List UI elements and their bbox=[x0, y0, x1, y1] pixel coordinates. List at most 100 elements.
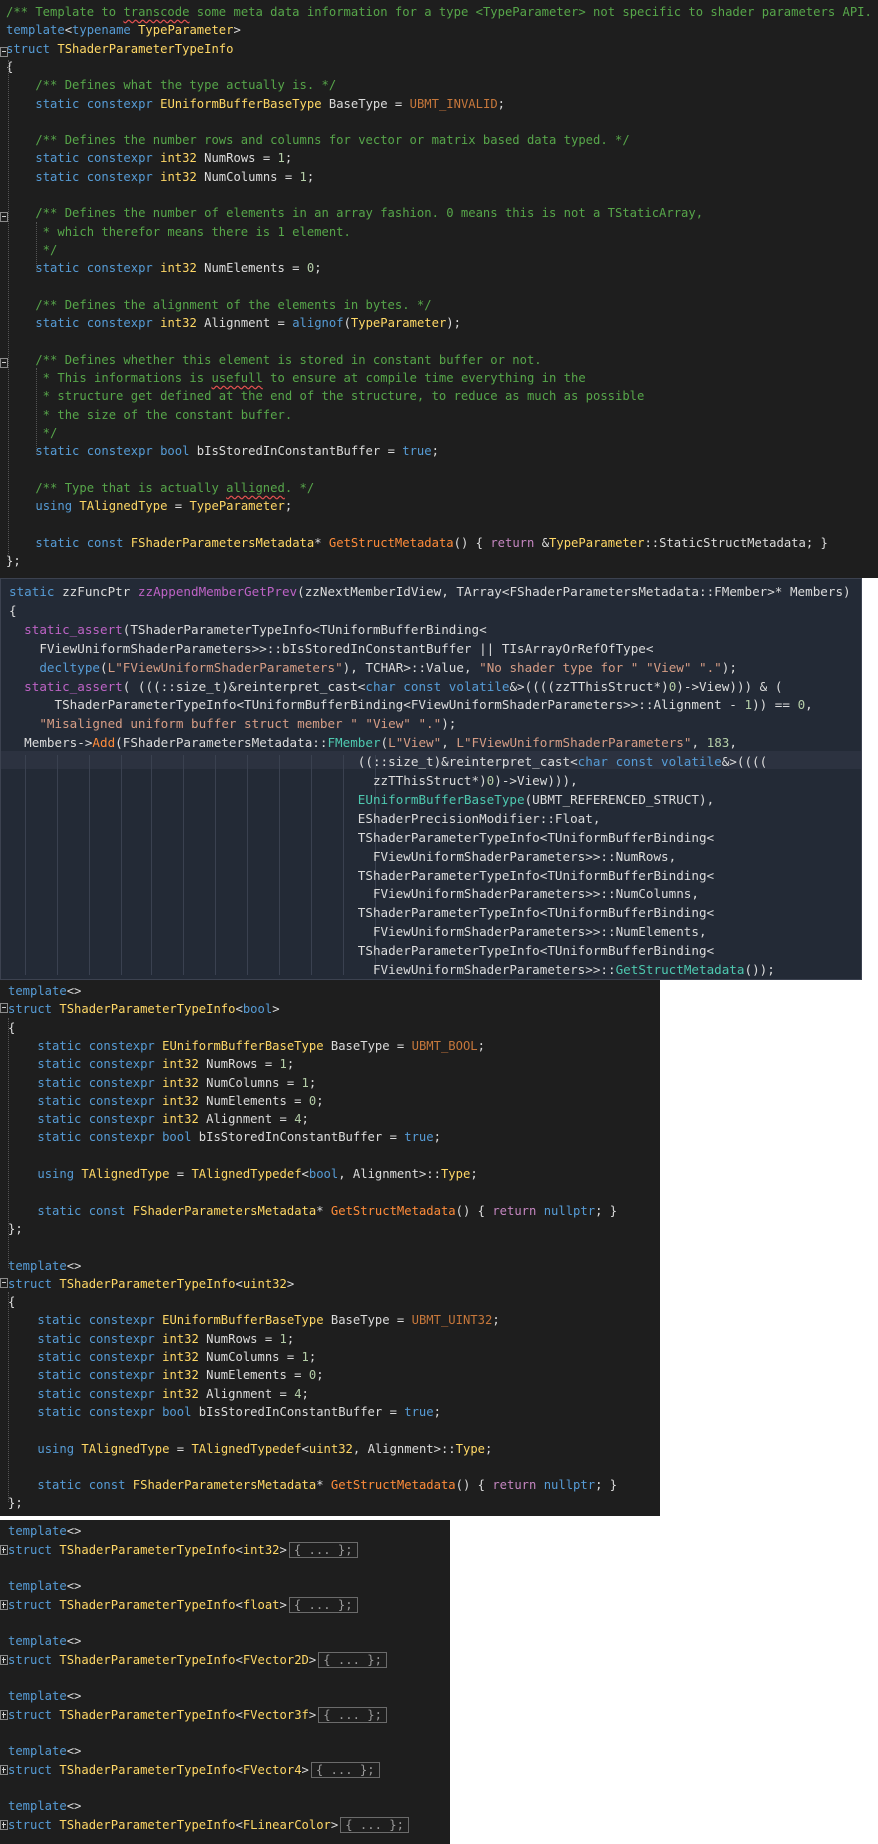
code-line[interactable]: static constexpr bool bIsStoredInConstan… bbox=[6, 442, 439, 460]
code-line[interactable]: FViewUniformShaderParameters>>::bIsStore… bbox=[9, 640, 653, 658]
code-line[interactable]: /** Defines what the type actually is. *… bbox=[6, 76, 336, 94]
code-line[interactable]: }; bbox=[8, 1220, 23, 1238]
code-line[interactable]: FViewUniformShaderParameters>>::NumColum… bbox=[9, 885, 699, 903]
code-line[interactable]: TShaderParameterTypeInfo<TUniformBufferB… bbox=[9, 867, 714, 885]
code-line[interactable]: /** Defines the alignment of the element… bbox=[6, 296, 431, 314]
code-line[interactable]: static zzFuncPtr zzAppendMemberGetPrev(z… bbox=[9, 583, 851, 601]
code-line[interactable]: struct TShaderParameterTypeInfo<FVector3… bbox=[8, 1706, 387, 1724]
code-line[interactable]: static constexpr int32 Alignment = 4; bbox=[8, 1110, 309, 1128]
code-line[interactable]: static constexpr int32 NumElements = 0; bbox=[8, 1366, 323, 1384]
code-line[interactable]: /** Type that is actually alligned. */ bbox=[6, 479, 314, 497]
code-line[interactable]: TShaderParameterTypeInfo<TUniformBufferB… bbox=[9, 829, 714, 847]
code-line[interactable]: EShaderPrecisionModifier::Float, bbox=[9, 810, 601, 828]
code-line[interactable]: static const FShaderParametersMetadata* … bbox=[8, 1202, 617, 1220]
code-line[interactable]: static constexpr int32 NumRows = 1; bbox=[8, 1330, 294, 1348]
collapse-outline-icon[interactable] bbox=[0, 358, 8, 368]
code-token: L"FViewUniformShaderParameters" bbox=[456, 735, 692, 751]
code-line[interactable]: template<> bbox=[8, 1257, 81, 1275]
code-line[interactable]: FViewUniformShaderParameters>>::NumEleme… bbox=[9, 923, 707, 941]
code-line[interactable]: static const FShaderParametersMetadata* … bbox=[6, 534, 828, 552]
code-line[interactable]: static constexpr bool bIsStoredInConstan… bbox=[8, 1128, 441, 1146]
code-line[interactable]: static constexpr int32 NumColumns = 1; bbox=[8, 1074, 316, 1092]
code-line[interactable]: static constexpr int32 NumElements = 0; bbox=[8, 1092, 323, 1110]
code-line[interactable]: template<typename TypeParameter> bbox=[6, 21, 241, 39]
code-line[interactable]: * This informations is usefull to ensure… bbox=[6, 369, 586, 387]
expand-outline-icon[interactable] bbox=[0, 1820, 8, 1830]
code-line[interactable]: template<> bbox=[8, 1742, 81, 1760]
collapsed-region-button[interactable]: { ... }; bbox=[340, 1817, 409, 1833]
code-line[interactable]: ((::size_t)&reinterpret_cast<char const … bbox=[9, 753, 767, 771]
code-line[interactable]: static constexpr EUniformBufferBaseType … bbox=[8, 1037, 485, 1055]
code-line[interactable]: static constexpr int32 NumRows = 1; bbox=[6, 149, 292, 167]
code-line[interactable]: struct TShaderParameterTypeInfo<int32>{ … bbox=[8, 1541, 358, 1559]
code-line[interactable]: "Misaligned uniform buffer struct member… bbox=[9, 715, 456, 733]
collapse-outline-icon[interactable] bbox=[0, 1278, 8, 1288]
code-line[interactable]: struct TShaderParameterTypeInfo<FLinearC… bbox=[8, 1816, 409, 1834]
code-line[interactable]: /** Defines whether this element is stor… bbox=[6, 351, 541, 369]
code-line[interactable]: TShaderParameterTypeInfo<TUniformBufferB… bbox=[9, 942, 714, 960]
code-line[interactable]: static constexpr bool bIsStoredInConstan… bbox=[8, 1403, 441, 1421]
expand-outline-icon[interactable] bbox=[0, 1655, 8, 1665]
collapse-outline-icon[interactable] bbox=[0, 1003, 8, 1013]
collapsed-region-button[interactable]: { ... }; bbox=[288, 1597, 358, 1613]
code-line[interactable]: */ bbox=[6, 424, 58, 442]
expand-outline-icon[interactable] bbox=[0, 1765, 8, 1775]
code-line[interactable]: * which therefor means there is 1 elemen… bbox=[6, 223, 351, 241]
code-line[interactable]: template<> bbox=[8, 1632, 81, 1650]
code-line[interactable]: template<> bbox=[8, 1687, 81, 1705]
code-line[interactable]: struct TShaderParameterTypeInfo<float>{ … bbox=[8, 1596, 358, 1614]
code-line[interactable]: }; bbox=[8, 1494, 23, 1512]
code-line[interactable]: /** Defines the number rows and columns … bbox=[6, 131, 629, 149]
code-line[interactable]: static constexpr EUniformBufferBaseType … bbox=[6, 95, 505, 113]
collapse-outline-icon[interactable] bbox=[0, 212, 8, 222]
expand-outline-icon[interactable] bbox=[0, 1545, 8, 1555]
code-line[interactable]: { bbox=[8, 1293, 15, 1311]
code-line[interactable]: static constexpr int32 Alignment = align… bbox=[6, 314, 461, 332]
code-token: ()); bbox=[744, 962, 775, 977]
code-line[interactable]: FViewUniformShaderParameters>>::NumRows, bbox=[9, 848, 676, 866]
code-line[interactable]: template<> bbox=[8, 1797, 81, 1815]
code-line[interactable]: static constexpr int32 Alignment = 4; bbox=[8, 1385, 309, 1403]
code-line[interactable]: template<> bbox=[8, 982, 81, 1000]
code-line[interactable]: static constexpr int32 NumElements = 0; bbox=[6, 259, 321, 277]
code-line[interactable]: /** Defines the number of elements in an… bbox=[6, 204, 703, 222]
code-line[interactable]: { bbox=[9, 602, 17, 620]
code-line[interactable]: static const FShaderParametersMetadata* … bbox=[8, 1476, 617, 1494]
code-line[interactable]: struct TShaderParameterTypeInfo<uint32> bbox=[8, 1275, 294, 1293]
code-line[interactable]: using TAlignedType = TAlignedTypedef<boo… bbox=[8, 1165, 477, 1183]
expand-outline-icon[interactable] bbox=[0, 1600, 8, 1610]
code-line[interactable]: static constexpr int32 NumRows = 1; bbox=[8, 1055, 294, 1073]
code-line[interactable]: EUniformBufferBaseType(UBMT_REFERENCED_S… bbox=[9, 791, 714, 809]
code-line[interactable]: /** Template to transcode some meta data… bbox=[6, 3, 878, 21]
collapsed-region-button[interactable]: { ... }; bbox=[310, 1762, 380, 1778]
code-line[interactable]: static constexpr EUniformBufferBaseType … bbox=[8, 1311, 499, 1329]
code-line[interactable]: struct TShaderParameterTypeInfo bbox=[6, 40, 233, 58]
code-line[interactable]: using TAlignedType = TypeParameter; bbox=[6, 497, 292, 515]
code-line[interactable]: TShaderParameterTypeInfo<TUniformBufferB… bbox=[9, 696, 812, 714]
code-line[interactable]: template<> bbox=[8, 1522, 81, 1540]
code-line[interactable]: using TAlignedType = TAlignedTypedef<uin… bbox=[8, 1440, 492, 1458]
collapse-outline-icon[interactable] bbox=[0, 47, 8, 57]
code-line[interactable]: { bbox=[8, 1019, 15, 1037]
code-line[interactable]: struct TShaderParameterTypeInfo<FVector4… bbox=[8, 1761, 380, 1779]
collapsed-region-button[interactable]: { ... }; bbox=[318, 1652, 387, 1668]
code-line[interactable]: struct TShaderParameterTypeInfo<bool> bbox=[8, 1000, 280, 1018]
code-line[interactable]: decltype(L"FViewUniformShaderParameters"… bbox=[9, 659, 737, 677]
code-line[interactable]: static constexpr int32 NumColumns = 1; bbox=[6, 168, 314, 186]
code-line[interactable]: FViewUniformShaderParameters>>::GetStruc… bbox=[9, 961, 775, 979]
code-line[interactable]: Members->Add(FShaderParametersMetadata::… bbox=[9, 734, 737, 752]
collapsed-region-button[interactable]: { ... }; bbox=[318, 1707, 387, 1723]
code-line[interactable]: static_assert( (((::size_t)&reinterpret_… bbox=[9, 678, 782, 696]
code-line[interactable]: zzTThisStruct*)0)->View))), bbox=[9, 772, 578, 790]
code-line[interactable]: * the size of the constant buffer. bbox=[6, 406, 293, 424]
code-line[interactable]: TShaderParameterTypeInfo<TUniformBufferB… bbox=[9, 904, 714, 922]
code-line[interactable]: static constexpr int32 NumColumns = 1; bbox=[8, 1348, 316, 1366]
code-token: typename bbox=[72, 23, 131, 38]
code-line[interactable]: template<> bbox=[8, 1577, 81, 1595]
code-line[interactable]: */ bbox=[6, 241, 58, 259]
collapsed-region-button[interactable]: { ... }; bbox=[288, 1542, 358, 1558]
code-line[interactable]: * structure get defined at the end of th… bbox=[6, 387, 645, 405]
code-line[interactable]: static_assert(TShaderParameterTypeInfo<T… bbox=[9, 621, 487, 639]
expand-outline-icon[interactable] bbox=[0, 1710, 8, 1720]
code-line[interactable]: struct TShaderParameterTypeInfo<FVector2… bbox=[8, 1651, 387, 1669]
